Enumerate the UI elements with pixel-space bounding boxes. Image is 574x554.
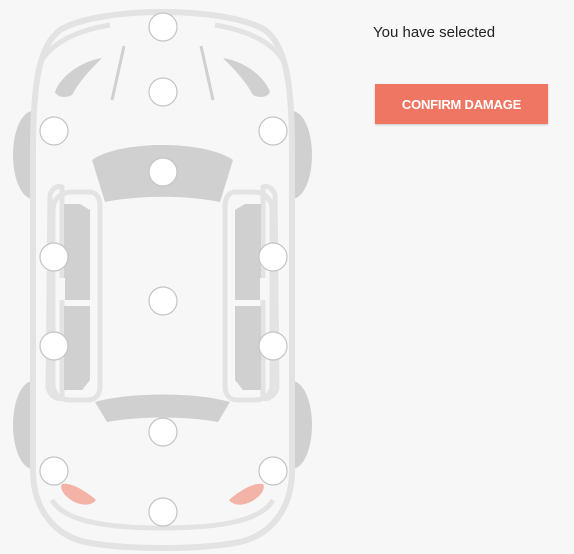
hotspot-rear-left-quarter[interactable]	[39, 456, 69, 486]
hotspot-roof[interactable]	[148, 286, 178, 316]
hotspot-rear-window[interactable]	[148, 417, 178, 447]
right-rear-window	[235, 306, 261, 390]
left-mirror	[59, 278, 65, 300]
hotspot-rear-right-door[interactable]	[258, 331, 288, 361]
hotspot-front-right-fender[interactable]	[258, 116, 288, 146]
car-damage-diagram	[13, 9, 312, 551]
hotspot-front-left-door[interactable]	[39, 242, 69, 272]
left-front-window	[64, 204, 90, 300]
confirm-damage-button[interactable]: CONFIRM DAMAGE	[375, 84, 548, 124]
hotspot-rear-left-door[interactable]	[39, 331, 69, 361]
selection-summary-label: You have selected	[373, 24, 496, 41]
hotspot-front-bumper[interactable]	[148, 12, 178, 42]
right-front-window	[235, 204, 261, 300]
hotspot-hood[interactable]	[148, 77, 178, 107]
hotspot-front-left-fender[interactable]	[39, 116, 69, 146]
right-mirror	[260, 278, 266, 300]
hotspot-front-right-door[interactable]	[258, 242, 288, 272]
hotspot-windshield[interactable]	[148, 157, 178, 187]
hotspot-rear-right-quarter[interactable]	[258, 456, 288, 486]
hotspot-rear-bumper[interactable]	[148, 497, 178, 527]
